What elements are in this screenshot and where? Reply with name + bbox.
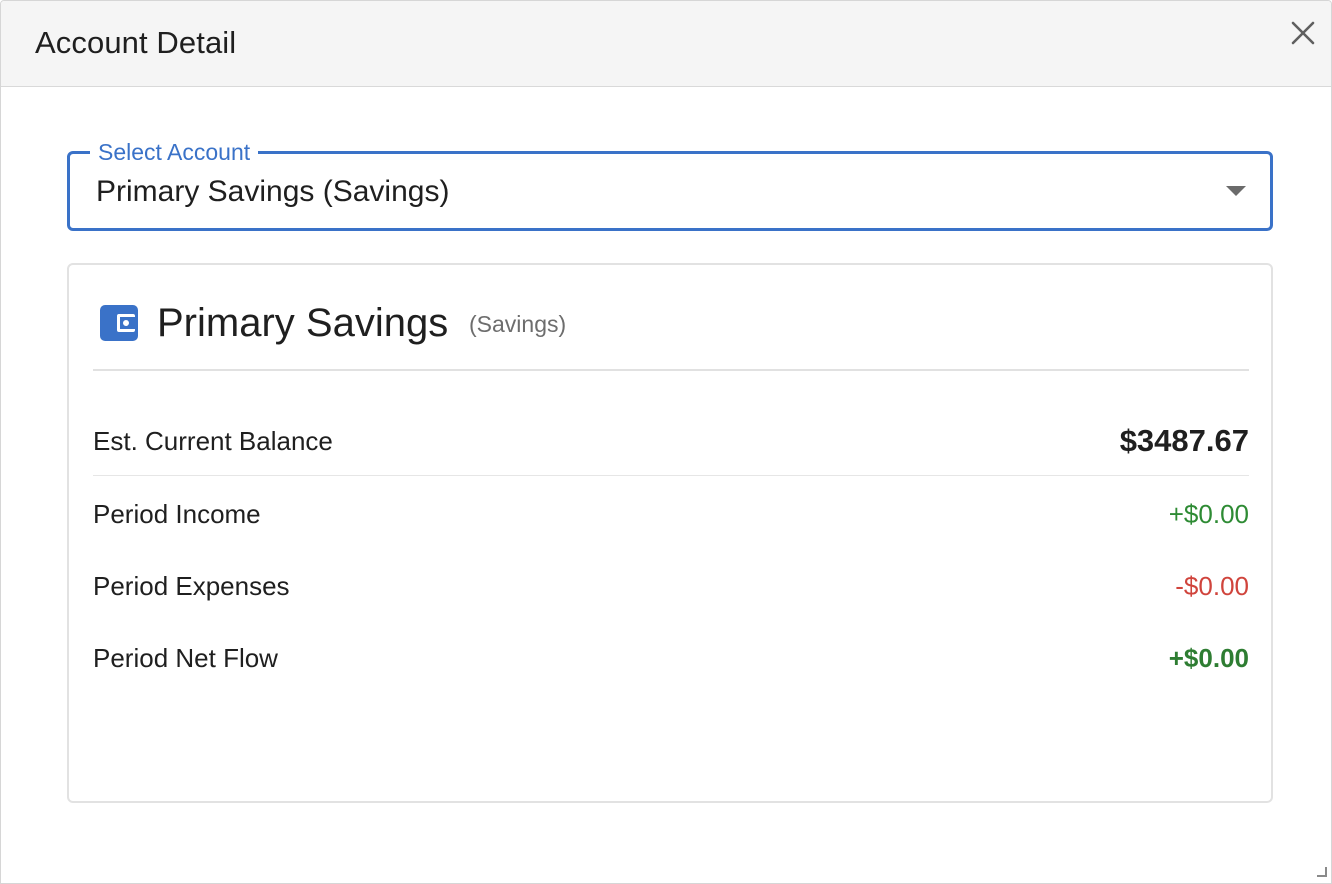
balance-label: Est. Current Balance	[93, 426, 333, 456]
header-divider	[93, 369, 1249, 371]
expenses-value: -$0.00	[1175, 571, 1249, 601]
account-name: Primary Savings	[157, 301, 449, 345]
wallet-icon	[100, 305, 138, 341]
net-flow-value: +$0.00	[1168, 643, 1249, 673]
account-select[interactable]: Select Account Primary Savings (Savings)	[67, 137, 1273, 231]
account-summary-card: Primary Savings (Savings) Est. Current B…	[67, 263, 1273, 803]
dropdown-arrow-icon	[1226, 186, 1246, 196]
dialog-title: Account Detail	[35, 25, 237, 60]
income-label: Period Income	[93, 499, 261, 529]
net-flow-label: Period Net Flow	[93, 643, 278, 673]
account-detail-dialog: Account Detail Select Account Primary Sa…	[0, 0, 1332, 884]
close-icon	[1291, 21, 1315, 45]
select-account-label: Select Account	[90, 137, 259, 167]
balance-divider	[93, 475, 1249, 476]
net-flow-row: Period Net Flow +$0.00	[93, 638, 1249, 678]
resize-handle-icon[interactable]	[1315, 865, 1327, 877]
income-value: +$0.00	[1168, 499, 1249, 529]
select-account-value: Primary Savings (Savings)	[96, 175, 450, 208]
balance-row: Est. Current Balance $3487.67	[93, 421, 1249, 461]
close-button[interactable]	[1285, 15, 1321, 51]
account-header: Primary Savings (Savings)	[93, 295, 1249, 351]
expenses-row: Period Expenses -$0.00	[93, 566, 1249, 606]
account-type: (Savings)	[469, 311, 567, 337]
expenses-label: Period Expenses	[93, 571, 290, 601]
dialog-titlebar: Account Detail	[1, 1, 1331, 87]
income-row: Period Income +$0.00	[93, 494, 1249, 534]
balance-value: $3487.67	[1119, 423, 1249, 458]
